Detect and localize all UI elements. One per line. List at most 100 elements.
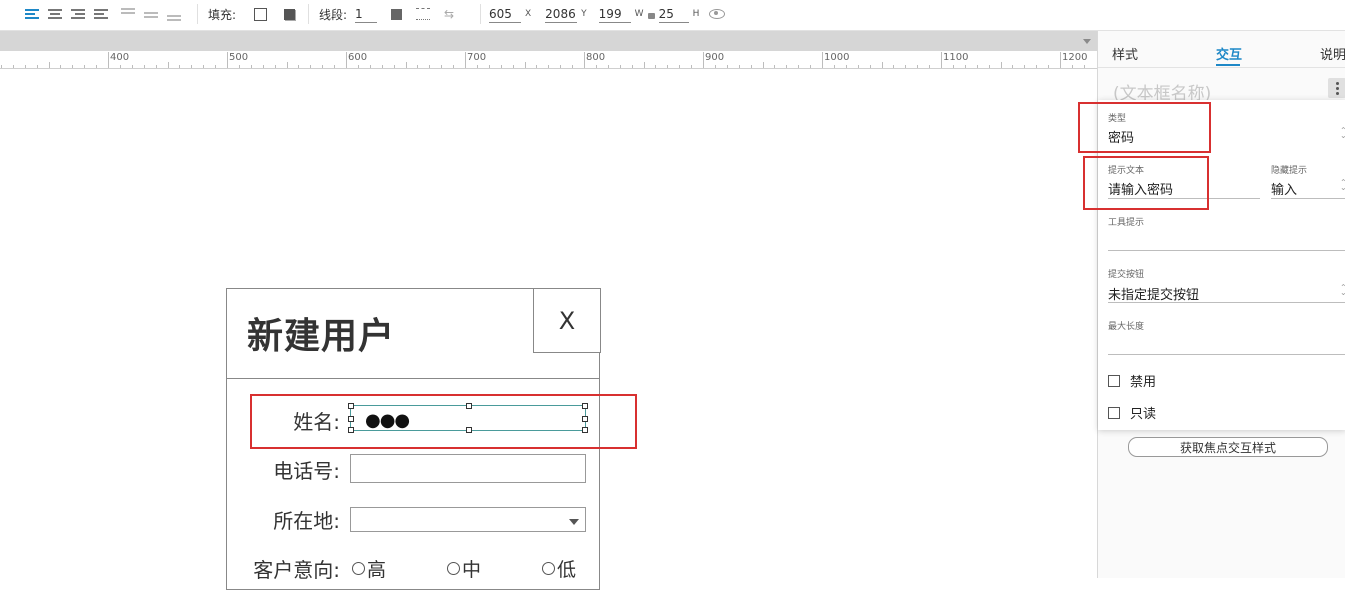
- ruler-tick: [750, 65, 752, 68]
- chevron-down-icon[interactable]: [1083, 39, 1091, 44]
- valign-top-icon[interactable]: [121, 8, 135, 20]
- ruler-tick: [631, 65, 633, 68]
- intent-label: 客户意向:: [253, 558, 340, 582]
- valign-middle-icon[interactable]: [144, 8, 158, 20]
- ruler-tick: [179, 65, 181, 68]
- ruler-tick: [36, 65, 38, 68]
- ruler-label: 900: [705, 52, 725, 63]
- stroke-pattern-icon[interactable]: [416, 8, 431, 20]
- fill-color-swatch[interactable]: [254, 7, 268, 21]
- ruler-tick: [822, 52, 823, 68]
- design-canvas[interactable]: 新建用户 X 姓名: ●●● 电话号: 所在地: 客户意向: 高 中 低: [0, 69, 1097, 590]
- visibility-eye-icon[interactable]: [709, 9, 726, 19]
- ruler-tick: [988, 65, 990, 68]
- tab-notes[interactable]: 说明: [1320, 44, 1345, 63]
- disabled-checkbox[interactable]: 禁用: [1108, 371, 1156, 390]
- ruler-tick: [607, 65, 609, 68]
- ruler-tick: [238, 65, 240, 68]
- ruler-tick: [143, 65, 145, 68]
- location-select[interactable]: [350, 507, 586, 532]
- hide-hint-spinner-icon[interactable]: ⌃ ⌄: [1340, 179, 1345, 192]
- more-options-icon[interactable]: [1328, 78, 1345, 98]
- height-input[interactable]: 25: [658, 6, 689, 23]
- geometry-group: 605 X 2086 Y 199 W 25 H: [489, 0, 726, 28]
- highlight-box-hint-text: [1083, 156, 1209, 210]
- ruler-tick: [572, 65, 574, 68]
- ruler-label: 800: [586, 52, 606, 63]
- type-spinner-icon[interactable]: ⌃ ⌄: [1340, 127, 1345, 140]
- ruler-tick: [917, 65, 919, 68]
- valign-bottom-icon[interactable]: [167, 8, 181, 21]
- lock-ratio-icon[interactable]: [647, 13, 655, 19]
- hide-hint-select[interactable]: 输入: [1271, 179, 1297, 198]
- submit-spinner-icon[interactable]: ⌃ ⌄: [1340, 284, 1345, 297]
- align-justify-icon[interactable]: [94, 8, 108, 20]
- highlight-box-type: [1078, 102, 1211, 153]
- ruler-tick: [215, 65, 217, 68]
- stroke-width-input[interactable]: 1: [355, 6, 378, 23]
- ruler-tick: [429, 65, 431, 68]
- align-left-icon[interactable]: [25, 8, 39, 20]
- arrow-style-icon[interactable]: ⇆: [444, 7, 454, 21]
- ruler-label: 400: [110, 52, 130, 63]
- fill-shadow-icon[interactable]: [284, 8, 296, 20]
- ruler-tick: [96, 65, 98, 68]
- submit-button-label: 提交按钮: [1108, 270, 1145, 280]
- y-input[interactable]: 2086: [545, 6, 578, 23]
- height-unit-label: H: [692, 9, 700, 19]
- align-right-icon[interactable]: [71, 8, 85, 20]
- ruler-tick: [893, 65, 895, 68]
- ruler-tick: [1071, 65, 1073, 68]
- ruler-tick: [167, 62, 169, 68]
- align-center-icon[interactable]: [48, 8, 62, 20]
- disabled-checkbox-label: 禁用: [1130, 375, 1157, 390]
- width-input[interactable]: 199: [598, 6, 631, 23]
- focus-style-button[interactable]: 获取焦点交互样式: [1128, 437, 1328, 457]
- stroke-group: 线段: 1 ⇆: [319, 0, 454, 28]
- ruler-tick: [1012, 65, 1014, 68]
- ruler-tick: [274, 65, 276, 68]
- ruler-scroll-bar[interactable]: [0, 31, 1097, 51]
- submit-button-select[interactable]: 未指定提交按钮: [1108, 284, 1199, 303]
- ruler-tick: [155, 65, 157, 68]
- ruler-tick: [964, 65, 966, 68]
- ruler-tick: [881, 62, 883, 68]
- horizontal-ruler[interactable]: 400 500 600 700 800 900 1000 1100 1200: [0, 51, 1097, 69]
- phone-input[interactable]: [350, 454, 586, 483]
- active-tab-indicator: [1216, 64, 1240, 66]
- ruler-tick: [203, 65, 205, 68]
- ruler-tick: [1060, 52, 1061, 68]
- ruler-tick: [714, 65, 716, 68]
- ruler-tick: [1024, 65, 1026, 68]
- ruler-tick: [524, 62, 526, 68]
- close-button[interactable]: X: [533, 288, 601, 353]
- x-input[interactable]: 605: [489, 6, 521, 23]
- tab-style[interactable]: 样式: [1112, 44, 1138, 63]
- ruler-tick: [845, 65, 847, 68]
- ruler-tick: [334, 65, 336, 68]
- max-length-label: 最大长度: [1108, 322, 1145, 332]
- ruler-tick: [227, 52, 228, 68]
- ruler-tick: [262, 65, 264, 68]
- align-group: [10, 0, 190, 28]
- ruler-tick: [691, 65, 693, 68]
- stroke-color-swatch[interactable]: [391, 8, 403, 20]
- toolbar-divider: [197, 4, 198, 24]
- ruler-tick: [667, 65, 669, 68]
- tab-interaction[interactable]: 交互: [1216, 44, 1242, 63]
- hide-hint-label: 隐藏提示: [1271, 166, 1308, 176]
- chevron-down-icon: [569, 519, 579, 525]
- ruler-tick: [1036, 65, 1038, 68]
- ruler-tick: [369, 65, 371, 68]
- submit-button-underline: [1108, 302, 1345, 303]
- ruler-tick: [286, 62, 288, 68]
- ruler-label: 600: [348, 52, 368, 63]
- ruler-tick: [857, 65, 859, 68]
- tooltip-label: 工具提示: [1108, 218, 1145, 228]
- ruler-tick: [1083, 65, 1085, 68]
- ruler-tick: [417, 65, 419, 68]
- radio-circle-icon: [447, 562, 460, 575]
- ruler-tick: [929, 65, 931, 68]
- ruler-tick: [405, 62, 407, 68]
- readonly-checkbox[interactable]: 只读: [1108, 403, 1156, 422]
